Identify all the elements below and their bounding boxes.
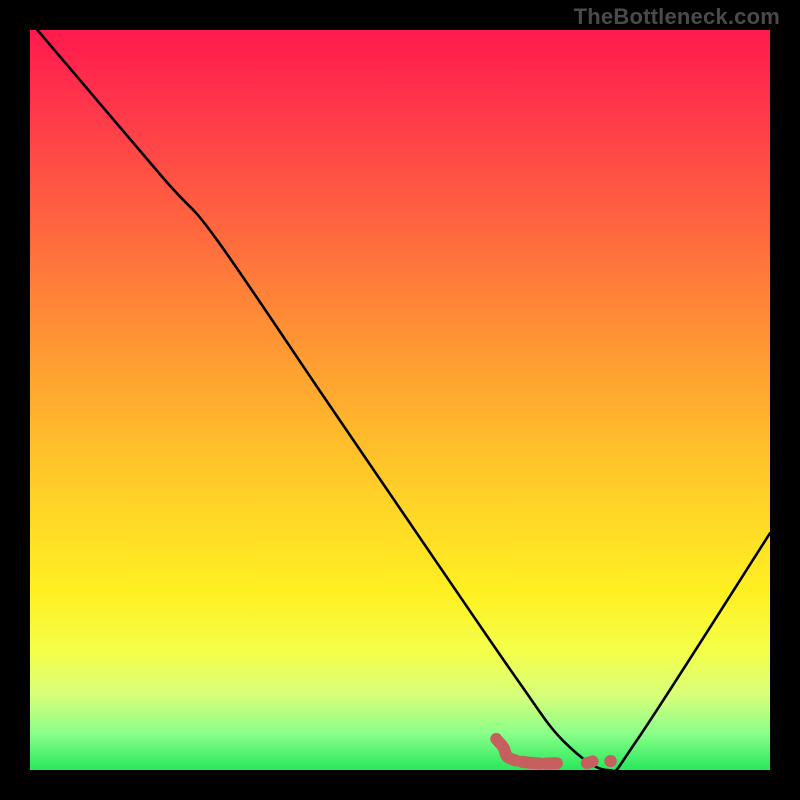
- watermark-text: TheBottleneck.com: [574, 4, 780, 30]
- chart-frame: TheBottleneck.com: [0, 0, 800, 800]
- optimal-zone-marker: [496, 739, 611, 764]
- bottleneck-curve: [37, 30, 770, 771]
- chart-svg: [30, 30, 770, 770]
- plot-area: [30, 30, 770, 770]
